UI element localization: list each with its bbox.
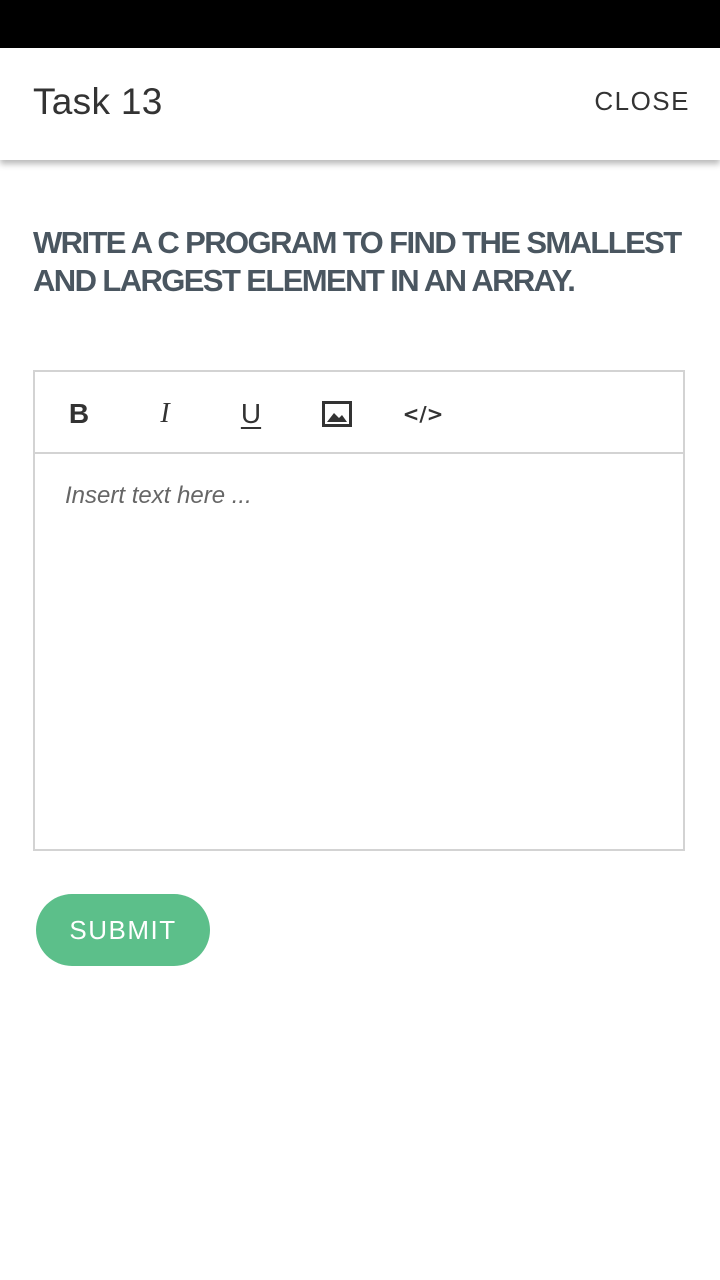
status-bar	[0, 0, 720, 48]
image-icon	[322, 401, 352, 427]
question-text: WRITE A C PROGRAM TO FIND THE SMALLEST A…	[33, 225, 682, 298]
underline-button[interactable]: U	[229, 392, 273, 436]
insert-image-button[interactable]	[315, 392, 359, 436]
submit-button[interactable]: SUBMIT	[36, 894, 210, 966]
app-bar: Task 13 CLOSE	[0, 48, 720, 160]
italic-button[interactable]: I	[143, 392, 187, 436]
editor-placeholder: Insert text here ...	[65, 482, 252, 509]
code-button[interactable]: </>	[401, 392, 445, 436]
bold-button[interactable]: B	[57, 392, 101, 436]
editor-toolbar: B I U </>	[35, 372, 683, 454]
page-title: Task 13	[33, 81, 163, 122]
close-button[interactable]: CLOSE	[594, 86, 690, 117]
editor-text-area[interactable]: Insert text here ...	[35, 454, 683, 849]
rich-text-editor: B I U </> Insert text here ...	[33, 370, 685, 851]
